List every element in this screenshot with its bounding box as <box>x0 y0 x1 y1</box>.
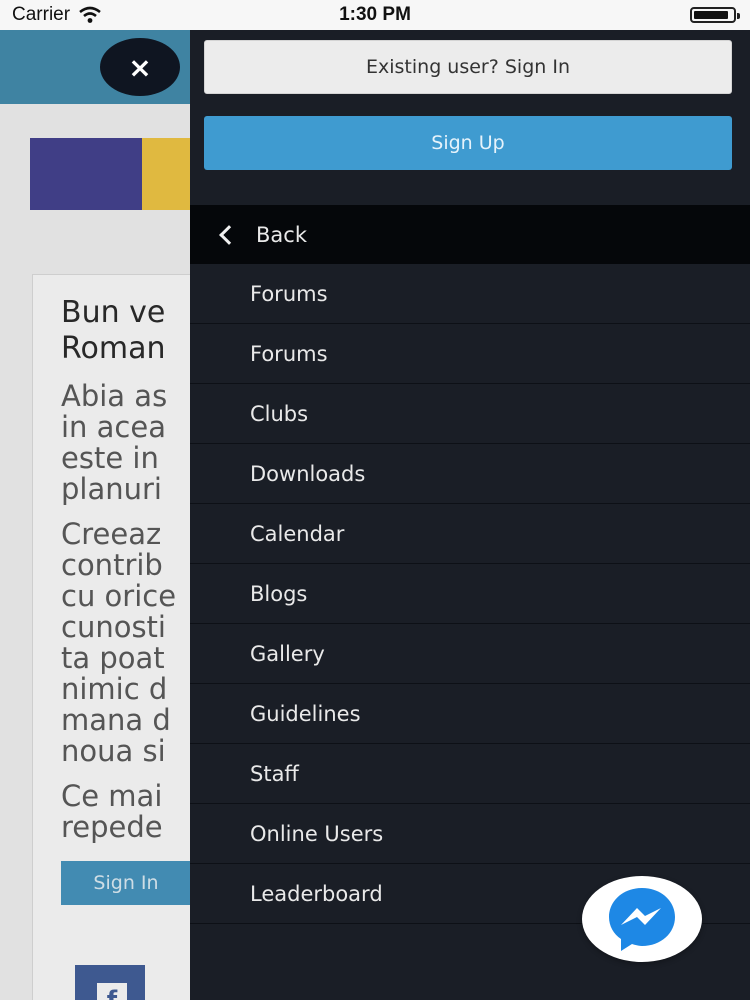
close-icon: × <box>128 50 152 84</box>
wifi-icon <box>79 6 101 23</box>
clock-label: 1:30 PM <box>339 4 411 25</box>
carrier-label: Carrier <box>12 4 71 25</box>
messenger-icon <box>609 888 675 951</box>
back-button[interactable]: Back <box>190 205 750 264</box>
navigation-drawer: Existing user? Sign In Sign Up Back Foru… <box>190 30 750 1000</box>
sign-up-button[interactable]: Sign Up <box>204 116 732 170</box>
battery-icon <box>690 7 740 23</box>
drawer-menu: Forums Forums Clubs Downloads Calendar B… <box>190 264 750 924</box>
menu-item-blogs[interactable]: Blogs <box>190 564 750 624</box>
menu-item-guidelines[interactable]: Guidelines <box>190 684 750 744</box>
status-bar: Carrier 1:30 PM <box>0 0 750 30</box>
chevron-left-icon <box>219 224 239 245</box>
menu-item-calendar[interactable]: Calendar <box>190 504 750 564</box>
messenger-chat-button[interactable] <box>582 876 702 962</box>
menu-item-staff[interactable]: Staff <box>190 744 750 804</box>
back-label: Back <box>256 222 307 247</box>
battery-fill <box>694 11 728 19</box>
close-menu-button[interactable]: × <box>100 38 180 96</box>
menu-item-clubs[interactable]: Clubs <box>190 384 750 444</box>
menu-item-online-users[interactable]: Online Users <box>190 804 750 864</box>
menu-item-forums[interactable]: Forums <box>190 264 750 324</box>
status-right <box>690 7 750 23</box>
status-left: Carrier <box>0 4 102 26</box>
menu-item-forums-sub[interactable]: Forums <box>190 324 750 384</box>
existing-user-sign-in-button[interactable]: Existing user? Sign In <box>204 40 732 94</box>
menu-item-downloads[interactable]: Downloads <box>190 444 750 504</box>
menu-item-gallery[interactable]: Gallery <box>190 624 750 684</box>
